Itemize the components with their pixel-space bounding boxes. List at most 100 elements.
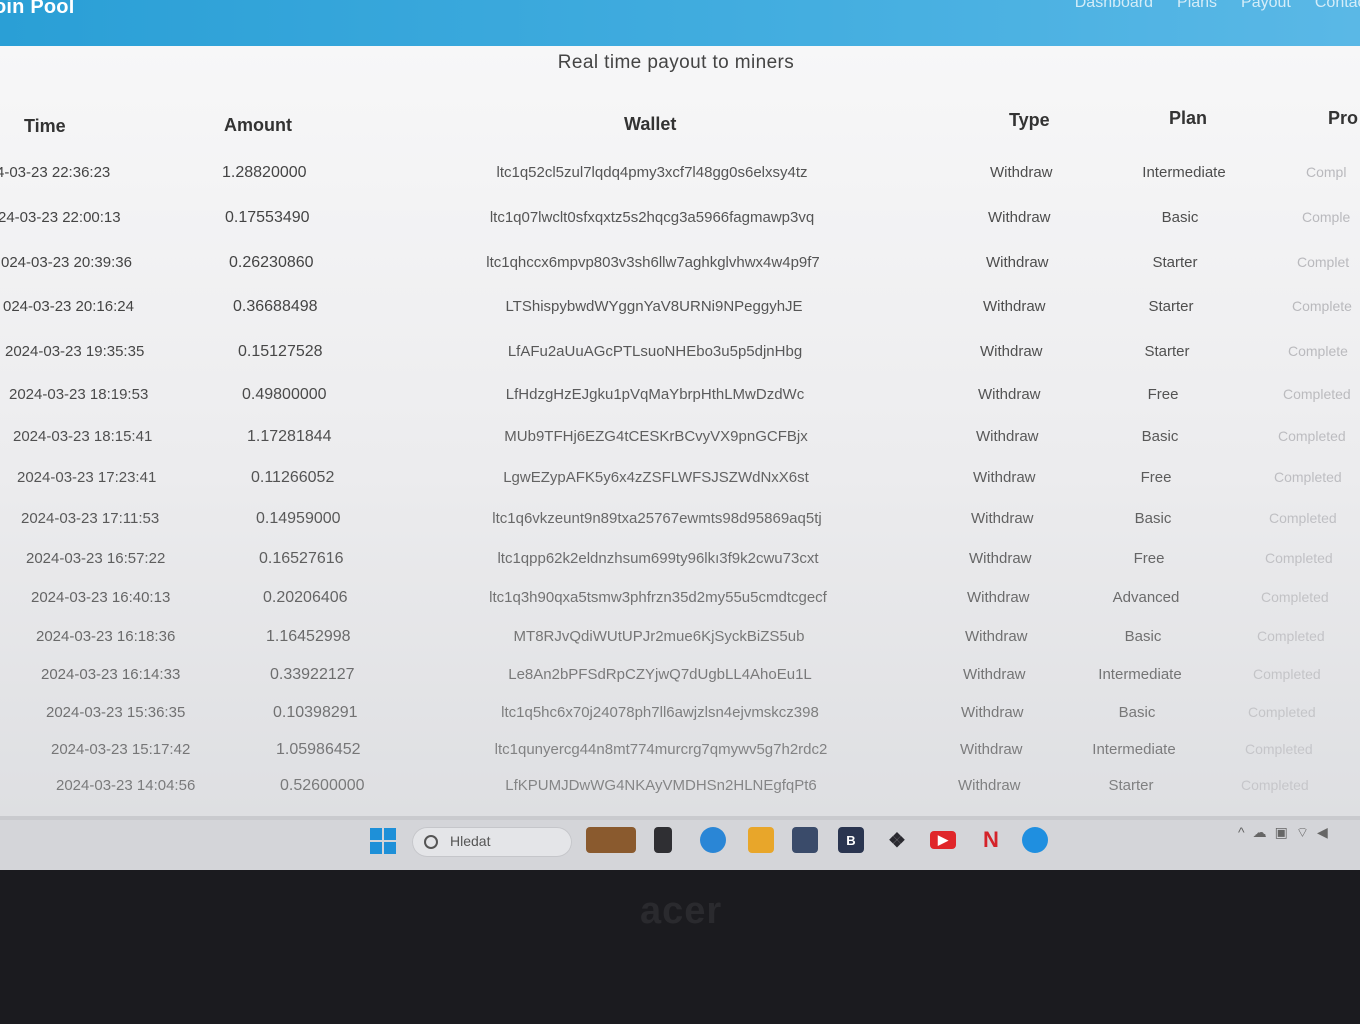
cell-amount: 0.10398291 [273, 704, 358, 721]
cell-amount: 0.20206406 [263, 589, 348, 606]
cell-amount: 1.28820000 [222, 164, 307, 181]
task-view-icon[interactable] [654, 827, 672, 853]
header-progress: Pro [1328, 108, 1359, 128]
table-row: 2024-03-23 16:40:13 0.20206406 ltc1q3h90qx… [0, 587, 1360, 627]
cell-time: 2024-03-23 16:57:22 [26, 550, 166, 567]
table-row: 2024-03-23 18:15:41 1.17281844 MUb9TFHj6EZ… [0, 426, 1360, 466]
cell-progress: Completed [1278, 428, 1346, 444]
cell-progress: Completed [1253, 666, 1321, 682]
chevron-up-icon[interactable]: ^ [1238, 824, 1253, 840]
nav-link-plans[interactable]: Plans [1177, 0, 1217, 12]
cell-progress: Complete [1288, 343, 1348, 359]
table-row: 024-03-23 20:39:36 0.26230860 ltc1qhccx6mp… [0, 252, 1360, 292]
cell-progress: Completed [1274, 469, 1342, 485]
header-time: Time [24, 116, 66, 136]
edge-icon[interactable] [1022, 827, 1048, 853]
cell-amount: 0.16527616 [259, 550, 344, 567]
cell-time: 2024-03-23 15:17:42 [51, 741, 191, 758]
netflix-icon[interactable]: N [978, 827, 1004, 853]
cell-progress: Comple [1302, 209, 1351, 225]
cell-amount: 1.16452998 [266, 628, 351, 645]
header-wallet: Wallet [624, 114, 677, 134]
cell-amount: 0.11266052 [251, 469, 335, 486]
cell-plan: Intermediate [1142, 164, 1226, 181]
nav-link-contact[interactable]: Contact [1315, 0, 1360, 12]
cell-progress: Complet [1297, 254, 1350, 270]
cell-time: 2024-03-23 16:14:33 [41, 666, 181, 683]
cell-progress: Completed [1261, 589, 1329, 605]
cell-progress: Completed [1248, 704, 1316, 720]
cell-time: 024-03-23 20:16:24 [3, 298, 134, 315]
cell-amount: 0.49800000 [242, 386, 327, 403]
top-navbar: oin Pool Dashboard Plans Payout Contact [0, 0, 1360, 46]
cell-plan: Starter [1148, 298, 1194, 315]
cell-wallet: LTShispybwdWYggnYaV8URNi9NPeggyhJE [505, 298, 803, 315]
cell-amount: 0.14959000 [256, 510, 341, 527]
cell-amount: 0.36688498 [233, 298, 318, 315]
cell-progress: Completed [1257, 628, 1325, 644]
windows-start-icon[interactable] [370, 828, 396, 854]
cell-progress: Completed [1245, 741, 1313, 757]
table-row: 2024-03-23 15:17:42 1.05986452 ltc1qunyerc… [0, 739, 1360, 779]
cell-progress: Completed [1283, 386, 1351, 402]
cell-amount: 0.26230860 [229, 254, 314, 271]
cell-amount: 1.05986452 [276, 741, 361, 758]
table-row: 024-03-23 20:16:24 0.36688498 LTShispybwdW… [0, 296, 1360, 336]
table-row: 2024-03-23 16:14:33 0.33922127 Le8An2bPFSd… [0, 664, 1360, 704]
cell-amount: 0.15127528 [238, 343, 323, 360]
monitor-screen: oin Pool Dashboard Plans Payout Contact … [0, 0, 1360, 870]
cell-time: 2024-03-23 14:04:56 [56, 777, 196, 794]
nav-link-payout[interactable]: Payout [1241, 0, 1291, 12]
calculator-icon[interactable] [792, 827, 818, 853]
table-row: 2024-03-23 19:35:35 0.15127528 LfAFu2aUuAG… [0, 341, 1360, 381]
table-row: 2024-03-23 16:18:36 1.16452998 MT8RJvQdiWU… [0, 626, 1360, 666]
search-icon [424, 835, 438, 849]
cell-progress: Compl [1306, 164, 1347, 180]
cell-time: 2024-03-23 15:36:35 [46, 704, 186, 721]
dropbox-icon[interactable]: ❖ [884, 827, 910, 853]
brand-logo[interactable]: oin Pool [0, 0, 74, 19]
table-row: 2024-03-23 18:19:53 0.49800000 LfHdzgHzEJg… [0, 384, 1360, 424]
cell-progress: Completed [1269, 510, 1337, 526]
nav-link-dashboard[interactable]: Dashboard [1075, 0, 1153, 12]
laptop-bezel-logo: acer [640, 890, 723, 932]
cell-plan: Basic [1161, 209, 1199, 226]
cloud-icon[interactable]: ☁ [1253, 824, 1275, 840]
table-row: 2024-03-23 16:57:22 0.16527616 ltc1qpp62k2… [0, 548, 1360, 588]
system-tray: ^☁▣⌔◀ [1238, 824, 1336, 842]
header-amount: Amount [224, 115, 292, 135]
cell-wallet: ltc1q07lwclt0sfxqxtz5s2hqcg3a5966fagmawp… [489, 209, 815, 226]
cell-time: 2024-03-23 17:11:53 [21, 510, 160, 527]
cell-time: 2024-03-23 16:40:13 [31, 589, 171, 606]
nav-links: Dashboard Plans Payout Contact [1075, 0, 1360, 12]
wifi-icon[interactable]: ⌔ [1296, 824, 1317, 840]
cell-time: 2024-03-23 17:23:41 [17, 469, 157, 486]
cell-progress: Completed [1265, 550, 1333, 566]
cell-time: 24-03-23 22:00:13 [0, 209, 121, 226]
cell-wallet: ltc1qhccx6mpvp803v3sh6llw7aghkglvhwx4w4p… [486, 254, 820, 271]
teams-chat-icon[interactable] [700, 827, 726, 853]
cell-time: 2024-03-23 18:19:53 [9, 386, 149, 403]
youtube-icon[interactable]: ▶ [930, 831, 956, 849]
cell-progress: Completed [1241, 777, 1309, 793]
cell-time: 2024-03-23 19:35:35 [5, 343, 145, 360]
file-explorer-icon[interactable] [748, 827, 774, 853]
app-tray-icon[interactable]: ▣ [1275, 824, 1296, 840]
table-row: 2024-03-23 17:11:53 0.14959000 ltc1q6vkzeu… [0, 508, 1360, 548]
cell-time: 2024-03-23 18:15:41 [13, 428, 153, 445]
header-plan: Plan [1169, 108, 1208, 128]
widget-icon[interactable] [586, 827, 636, 853]
cell-amount: 0.17553490 [225, 209, 310, 226]
volume-icon[interactable]: ◀ [1317, 824, 1336, 840]
table-row: 2024-03-23 14:04:56 0.52600000 LfKPUMJDwWG… [0, 775, 1360, 815]
cell-time: 024-03-23 20:39:36 [1, 254, 132, 271]
bitwarden-icon[interactable]: B [838, 827, 864, 853]
table-row: 4-03-23 22:36:23 1.28820000 ltc1q52cl5zul7… [0, 162, 1360, 202]
cell-time: 2024-03-23 16:18:36 [36, 628, 176, 645]
taskbar-search-box[interactable]: Hledat [412, 827, 572, 857]
cell-amount: 1.17281844 [247, 428, 332, 445]
table-row: 24-03-23 22:00:13 0.17553490 ltc1q07lwclt0… [0, 207, 1360, 247]
cell-amount: 0.52600000 [280, 777, 365, 794]
page-title: Real time payout to miners [557, 52, 795, 73]
cell-progress: Complete [1292, 298, 1352, 314]
